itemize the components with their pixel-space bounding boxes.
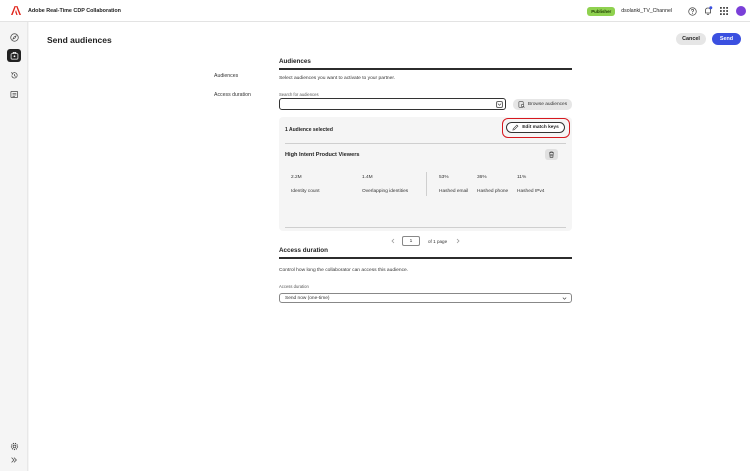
settings-icon[interactable] — [8, 440, 20, 452]
access-duration-value: Send now (one-time) — [285, 296, 330, 301]
channel-switcher[interactable]: dsolanki_TV_Channel — [621, 8, 672, 14]
panel-divider-bottom — [285, 227, 566, 228]
cancel-button[interactable]: Cancel — [676, 33, 706, 45]
selected-audiences-panel: 1 Audience selected Edit match keys High… — [279, 117, 572, 246]
browse-audiences-label: Browse audiences — [527, 102, 568, 107]
audiences-heading: Audiences — [279, 58, 311, 65]
apps-grid-icon[interactable] — [719, 6, 729, 16]
metric-label: Hashed phone — [477, 189, 509, 194]
access-duration-description: Control how long the collaborator can ac… — [279, 268, 409, 273]
audience-name: High Intent Product Viewers — [285, 152, 360, 158]
chevron-down-icon[interactable] — [496, 100, 503, 108]
history-icon[interactable] — [8, 69, 20, 81]
send-button[interactable]: Send — [712, 33, 741, 45]
panel-divider-top — [285, 143, 566, 144]
left-nav — [0, 22, 28, 471]
compass-icon[interactable] — [8, 31, 20, 43]
access-duration-heading: Access duration — [279, 247, 328, 254]
top-bar: Adobe Real-Time CDP Collaboration Publis… — [0, 0, 750, 22]
help-icon[interactable] — [687, 6, 697, 16]
audiences-description: Select audiences you want to activate to… — [279, 76, 396, 81]
audiences-divider — [279, 68, 572, 70]
access-duration-select[interactable]: Send now (one-time) — [279, 293, 572, 303]
browse-audiences-button[interactable]: Browse audiences — [513, 99, 572, 110]
step-audiences[interactable]: Audiences — [214, 73, 238, 79]
pencil-icon — [512, 124, 519, 131]
trash-icon — [549, 151, 554, 158]
audiences-icon[interactable] — [7, 49, 21, 62]
page-number-input[interactable]: 1 — [402, 236, 420, 246]
edit-match-keys-button[interactable]: Edit match keys — [506, 122, 565, 133]
metric-value: 11% — [517, 175, 527, 180]
main-content: Send audiences Cancel Send Audiences Acc… — [29, 22, 750, 471]
access-duration-label: Access duration — [279, 284, 309, 289]
metric-value: 1.4M — [362, 175, 373, 180]
chevron-right-icon[interactable] — [455, 238, 461, 244]
metric-label: Overlapping identities — [362, 189, 409, 194]
browse-icon — [518, 101, 525, 108]
page-count-label: of 1 page — [428, 238, 448, 244]
metrics-divider — [426, 172, 427, 196]
edit-match-keys-label: Edit match keys — [522, 125, 559, 130]
top-right-controls: Publisher dsolanki_TV_Channel — [587, 4, 746, 18]
expand-icon[interactable] — [8, 454, 20, 466]
metric-label: Identity count — [291, 189, 320, 194]
delete-audience-button[interactable] — [545, 149, 558, 160]
list-icon[interactable] — [8, 88, 20, 100]
metric-label: Hashed IPv4 — [517, 189, 545, 194]
step-access-duration[interactable]: Access duration — [214, 92, 251, 98]
search-label: Search for audiences — [279, 92, 319, 97]
user-avatar[interactable] — [736, 6, 746, 16]
metric-value: 53% — [439, 175, 449, 180]
chevron-left-icon[interactable] — [390, 238, 396, 244]
metric-value: 36% — [477, 175, 487, 180]
adobe-logo-icon — [11, 6, 21, 15]
notification-bell-icon[interactable] — [703, 6, 713, 16]
page-title: Send audiences — [47, 35, 112, 45]
metric-label: Hashed email — [439, 189, 469, 194]
selected-count: 1 Audience selected — [285, 127, 333, 133]
pagination: 1 of 1 page — [279, 236, 572, 246]
metric-value: 2.2M — [291, 175, 302, 180]
chevron-down-icon — [562, 297, 567, 300]
app-title: Adobe Real-Time CDP Collaboration — [28, 7, 121, 14]
audience-search-input[interactable] — [279, 98, 506, 110]
access-duration-divider — [279, 257, 572, 259]
role-badge: Publisher — [587, 6, 616, 16]
